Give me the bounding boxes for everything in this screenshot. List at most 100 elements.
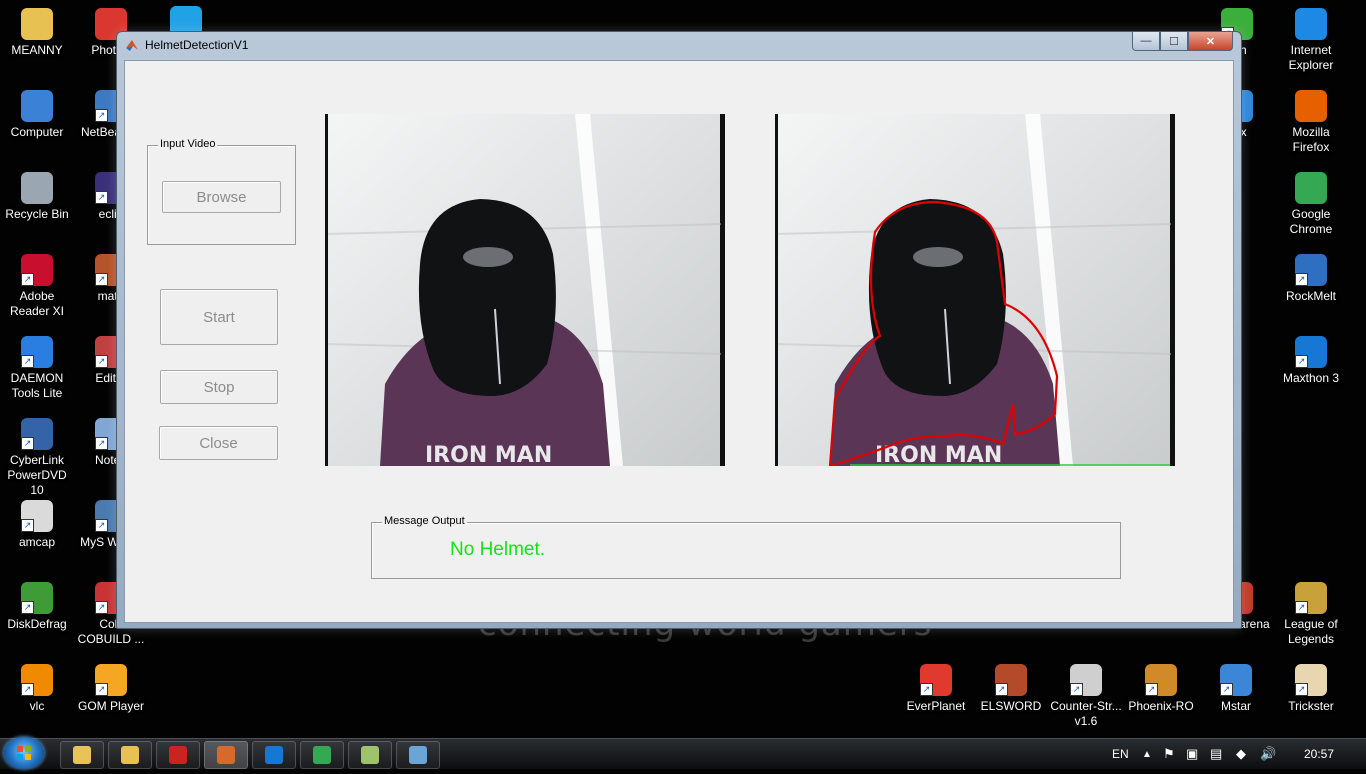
desktop-shortcut-label: Trickster <box>1288 699 1334 713</box>
chrome-icon <box>313 746 331 764</box>
start-button[interactable]: Start <box>160 289 278 345</box>
shortcut-arrow-icon: ↗ <box>920 683 933 696</box>
desktop-shortcut-label: EverPlanet <box>906 699 966 713</box>
volume-icon[interactable]: 🔊 <box>1260 739 1276 769</box>
desktop-shortcut[interactable]: ↗ League of Legends <box>1274 582 1348 647</box>
desktop-shortcut[interactable]: ↗ Phoenix-RO <box>1124 664 1198 714</box>
input-video-panel-title: Input Video <box>158 138 218 150</box>
taskbar-item[interactable] <box>300 741 344 769</box>
desktop-shortcut[interactable]: ↗ Mstar <box>1199 664 1273 714</box>
taskbar-item[interactable] <box>396 741 440 769</box>
desktop-shortcut[interactable]: ↗ CyberLink PowerDVD 10 <box>0 418 74 498</box>
shortcut-arrow-icon: ↗ <box>1220 683 1233 696</box>
chrome-icon <box>1295 172 1327 204</box>
desktop-shortcut[interactable]: ↗ DAEMON Tools Lite <box>0 336 74 401</box>
desktop-shortcut[interactable]: ↗ Maxthon 3 <box>1274 336 1348 386</box>
app-red-icon <box>169 746 187 764</box>
desktop-shortcut-label: Computer <box>10 125 64 139</box>
desktop-shortcut[interactable]: ↗ vlc <box>0 664 74 714</box>
shortcut-arrow-icon: ↗ <box>21 437 34 450</box>
desktop-shortcut[interactable]: ↗ Trickster <box>1274 664 1348 714</box>
desktop-shortcut[interactable]: ↗ GOM Player <box>74 664 148 714</box>
desktop-shortcut-label: Maxthon 3 <box>1282 371 1340 385</box>
desktop-shortcut-label: Mstar <box>1221 699 1251 713</box>
taskbar-item[interactable] <box>60 741 104 769</box>
taskbar-item[interactable] <box>204 741 248 769</box>
desktop-shortcut[interactable]: Computer <box>0 90 74 140</box>
network-icon[interactable]: ▤ <box>1210 739 1222 769</box>
input-video-panel: Input Video Browse <box>147 138 296 245</box>
desktop-shortcut-label: GOM Player <box>77 699 144 713</box>
desktop-shortcut-label: Adobe Reader XI <box>9 289 65 318</box>
stop-button[interactable]: Stop <box>160 370 278 404</box>
diskdefrag-icon: ↗ <box>21 582 53 614</box>
taskbar-item[interactable] <box>156 741 200 769</box>
desktop-shortcut[interactable]: ↗ RockMelt <box>1274 254 1348 304</box>
flag-icon[interactable]: ⚑ <box>1163 739 1175 769</box>
maximize-button[interactable]: ☐ <box>1160 32 1188 51</box>
shortcut-arrow-icon: ↗ <box>1295 273 1308 286</box>
explorer-icon <box>73 746 91 764</box>
minimize-button[interactable]: — <box>1132 32 1160 51</box>
powerdvd-icon: ↗ <box>21 418 53 450</box>
everplanet-icon: ↗ <box>920 664 952 696</box>
desktop-shortcut-label: Internet Explorer <box>1288 43 1334 72</box>
shortcut-arrow-icon: ↗ <box>95 273 108 286</box>
message-output-text: No Helmet. <box>450 539 546 560</box>
dropbox-icon[interactable]: ◆ <box>1236 739 1246 769</box>
shortcut-arrow-icon: ↗ <box>95 109 108 122</box>
device-icon[interactable]: ▣ <box>1186 739 1198 769</box>
desktop-shortcut[interactable]: Recycle Bin <box>0 172 74 222</box>
taskbar-item[interactable] <box>108 741 152 769</box>
phoenix-ro-icon: ↗ <box>1145 664 1177 696</box>
desktop-shortcut[interactable]: ↗ DiskDefrag <box>0 582 74 632</box>
firefox-icon <box>1295 90 1327 122</box>
svg-text:IRON MAN: IRON MAN <box>425 443 552 466</box>
show-hidden-icons-button[interactable]: ▲ <box>1142 739 1152 769</box>
desktop-shortcut-label: Google Chrome <box>1289 207 1333 236</box>
shortcut-arrow-icon: ↗ <box>1070 683 1083 696</box>
language-indicator[interactable]: EN <box>1112 739 1129 769</box>
close-window-button[interactable]: ✕ <box>1188 32 1233 51</box>
elsword-icon: ↗ <box>995 664 1027 696</box>
clock[interactable]: 20:57 <box>1304 739 1334 769</box>
maxthon-icon <box>265 746 283 764</box>
matlab-icon <box>125 38 139 52</box>
message-output-panel-title: Message Output <box>382 515 467 527</box>
shortcut-arrow-icon: ↗ <box>995 683 1008 696</box>
desktop-shortcut[interactable]: MEANNY <box>0 8 74 58</box>
shortcut-arrow-icon: ↗ <box>95 355 108 368</box>
taskbar-item[interactable] <box>348 741 392 769</box>
desktop-shortcut[interactable]: Internet Explorer <box>1274 8 1348 73</box>
gom-player-icon: ↗ <box>95 664 127 696</box>
notepad-icon <box>361 746 379 764</box>
taskbar-item[interactable] <box>252 741 296 769</box>
start-button[interactable] <box>4 737 44 769</box>
window-client-area: Input Video Browse Start Stop Close IRON… <box>124 60 1234 623</box>
desktop-shortcut[interactable]: Mozilla Firefox <box>1274 90 1348 155</box>
desktop-shortcut[interactable]: ↗ EverPlanet <box>899 664 973 714</box>
computer-icon <box>21 90 53 122</box>
desktop-shortcut-label: Recycle Bin <box>5 207 69 221</box>
desktop-shortcut-label: CyberLink PowerDVD 10 <box>7 453 67 497</box>
shortcut-arrow-icon: ↗ <box>1295 683 1308 696</box>
window-titlebar[interactable]: HelmetDetectionV1 — ☐ ✕ <box>117 32 1241 60</box>
desktop-shortcut-label: Phoenix-RO <box>1128 699 1194 713</box>
close-button[interactable]: Close <box>159 426 278 460</box>
desktop-shortcut-label: ELSWORD <box>980 699 1042 713</box>
shortcut-arrow-icon: ↗ <box>1145 683 1158 696</box>
shortcut-arrow-icon: ↗ <box>95 683 108 696</box>
helmet-detection-window: HelmetDetectionV1 — ☐ ✕ Input Video Brow… <box>116 31 1242 629</box>
desktop-shortcut-label: DiskDefrag <box>7 617 67 631</box>
desktop-shortcut-label: amcap <box>18 535 56 549</box>
input-video-frame: IRON MAN <box>325 114 725 466</box>
desktop-shortcut[interactable]: ↗ Adobe Reader XI <box>0 254 74 319</box>
desktop-shortcut[interactable]: ↗ amcap <box>0 500 74 550</box>
browse-button[interactable]: Browse <box>162 181 281 213</box>
shortcut-arrow-icon: ↗ <box>21 519 34 532</box>
desktop-shortcut[interactable]: ↗ ELSWORD <box>974 664 1048 714</box>
folder-icon <box>121 746 139 764</box>
shortcut-arrow-icon: ↗ <box>95 519 108 532</box>
desktop-shortcut[interactable]: ↗ Counter-Str... v1.6 <box>1049 664 1123 729</box>
desktop-shortcut[interactable]: Google Chrome <box>1274 172 1348 237</box>
